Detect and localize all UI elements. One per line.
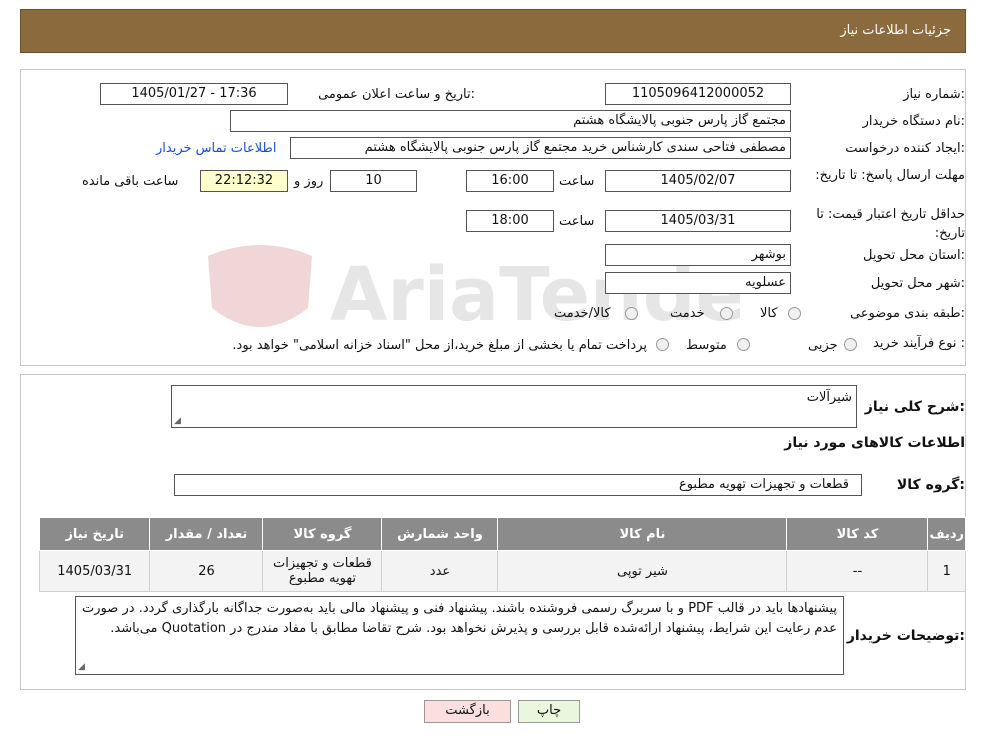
table-row: 1 -- شیر توپی عدد قطعات و تجهیزات تهویه … xyxy=(38,550,966,592)
col-goods-code: کد کالا xyxy=(786,517,929,551)
category-option-service: خدمت xyxy=(670,306,705,321)
goods-group-label: گروه کالا: xyxy=(896,477,965,493)
validity-label: حداقل تاریخ اعتبار قیمت: تا تاریخ: xyxy=(816,207,965,241)
days-label: روز و xyxy=(294,174,324,189)
cell-quantity: 26 xyxy=(149,550,264,592)
announce-field[interactable]: 1405/01/27 - 17:36 xyxy=(100,83,288,105)
deadline-time-field[interactable]: 16:00 xyxy=(466,170,554,192)
process-note: پرداخت تمام یا بخشی از مبلغ خرید،از محل … xyxy=(232,338,647,353)
city-field[interactable]: عسلویه xyxy=(605,272,791,294)
page-header: جزئیات اطلاعات نیاز xyxy=(20,9,966,53)
category-radio-service[interactable] xyxy=(720,307,733,320)
province-label: استان محل تحویل: xyxy=(863,248,965,263)
validity-time-label: ساعت xyxy=(559,214,595,229)
notes-resize-handle-icon[interactable]: ◢ xyxy=(78,662,85,672)
col-quantity: تعداد / مقدار xyxy=(149,517,264,551)
category-option-goods: کالا xyxy=(760,306,778,321)
category-radio-goods-service[interactable] xyxy=(625,307,638,320)
process-radio-minor[interactable] xyxy=(844,338,857,351)
col-row-number: ردیف xyxy=(927,517,966,551)
process-radio-treasury[interactable] xyxy=(656,338,669,351)
province-field[interactable]: بوشهر xyxy=(605,244,791,266)
buyer-label: نام دستگاه خریدار: xyxy=(862,114,965,129)
goods-section-title: اطلاعات کالاهای مورد نیاز xyxy=(784,435,965,451)
process-option-minor: جزیی xyxy=(808,338,838,353)
summary-textarea[interactable]: شیرآلات xyxy=(171,385,857,428)
buyer-notes-label: توضیحات خریدار: xyxy=(846,628,965,644)
category-option-goods-service: کالا/خدمت xyxy=(554,306,611,321)
cell-goods-code: -- xyxy=(786,550,929,592)
validity-time-field[interactable]: 18:00 xyxy=(466,210,554,232)
contact-buyer-link[interactable]: اطلاعات تماس خریدار xyxy=(156,141,276,156)
deadline-time-label: ساعت xyxy=(559,174,595,189)
col-need-date: تاریخ نیاز xyxy=(38,517,151,551)
announce-label: تاریخ و ساعت اعلان عمومی: xyxy=(318,87,475,102)
process-option-medium: متوسط xyxy=(686,338,727,353)
validity-date-field[interactable]: 1405/03/31 xyxy=(605,210,791,232)
need-number-label: شماره نیاز: xyxy=(903,87,965,102)
page-title: جزئیات اطلاعات نیاز xyxy=(840,23,951,38)
watermark-shield-icon xyxy=(208,245,312,327)
cell-goods-name: شیر توپی xyxy=(497,550,788,592)
creator-label: ایجاد کننده درخواست: xyxy=(845,141,965,156)
process-label: نوع فرآیند خرید : xyxy=(873,336,965,351)
process-radio-medium[interactable] xyxy=(737,338,750,351)
col-goods-name: نام کالا xyxy=(497,517,788,551)
deadline-label: مهلت ارسال پاسخ: تا تاریخ: xyxy=(815,168,965,183)
category-label: طبقه بندی موضوعی: xyxy=(849,306,965,321)
remaining-label: ساعت باقی مانده xyxy=(82,174,179,189)
col-unit: واحد شمارش xyxy=(381,517,499,551)
summary-label: شرح کلی نیاز: xyxy=(864,399,965,415)
buyer-field[interactable]: مجتمع گاز پارس جنوبی پالایشگاه هشتم xyxy=(230,110,791,132)
goods-table: ردیف کد کالا نام کالا واحد شمارش گروه کا… xyxy=(38,517,966,592)
remaining-time-field: 22:12:32 xyxy=(200,170,288,192)
category-radio-goods[interactable] xyxy=(788,307,801,320)
need-number-field[interactable]: 1105096412000052 xyxy=(605,83,791,105)
col-goods-group: گروه کالا xyxy=(262,517,383,551)
back-button[interactable]: بازگشت xyxy=(424,700,511,723)
cell-need-date: 1405/03/31 xyxy=(38,550,151,592)
print-button[interactable]: چاپ xyxy=(518,700,580,723)
table-header-row: ردیف کد کالا نام کالا واحد شمارش گروه کا… xyxy=(38,517,966,551)
goods-group-field[interactable]: قطعات و تجهیزات تهویه مطبوع xyxy=(174,474,862,496)
deadline-date-field[interactable]: 1405/02/07 xyxy=(605,170,791,192)
creator-field[interactable]: مصطفی فتاحی سندی کارشناس خرید مجتمع گاز … xyxy=(290,137,791,159)
city-label: شهر محل تحویل: xyxy=(870,276,965,291)
summary-resize-handle-icon[interactable]: ◢ xyxy=(174,416,181,426)
cell-row-number: 1 xyxy=(927,550,966,592)
days-field[interactable]: 10 xyxy=(330,170,417,192)
cell-unit: عدد xyxy=(381,550,499,592)
cell-goods-group: قطعات و تجهیزات تهویه مطبوع xyxy=(262,550,383,592)
buyer-notes-textarea[interactable]: پیشنهادها باید در قالب PDF و با سربرگ رس… xyxy=(75,596,844,675)
